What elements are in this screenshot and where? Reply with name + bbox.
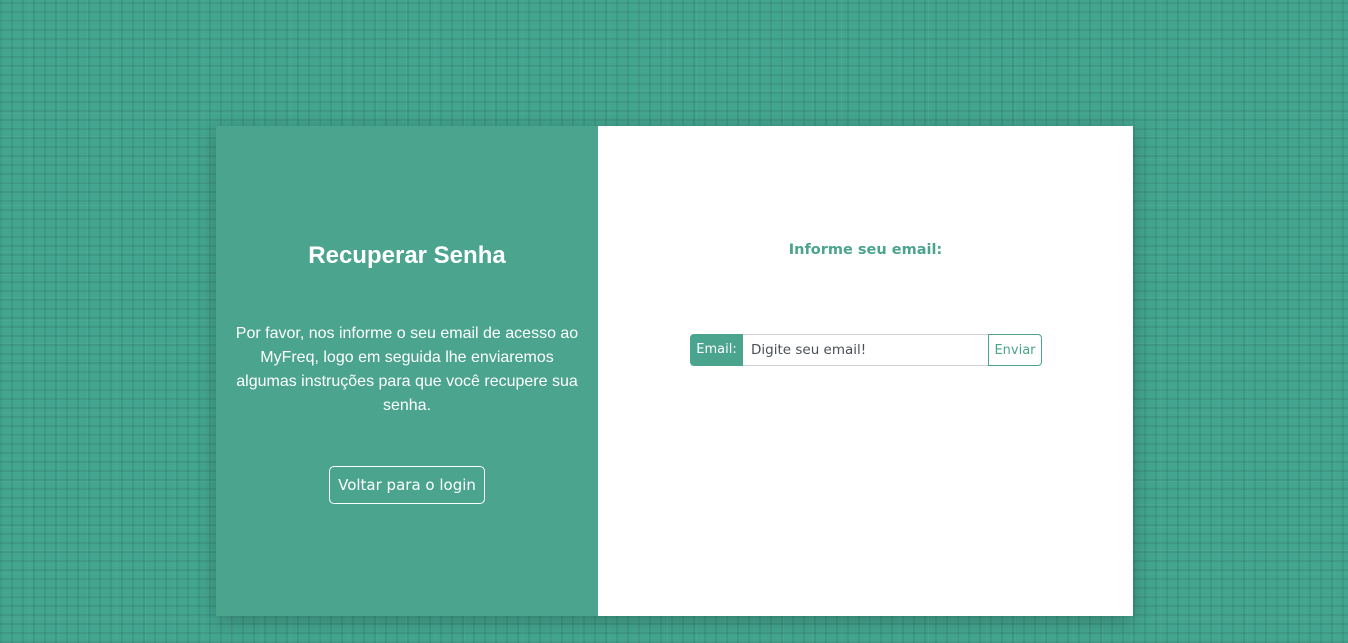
form-title: Informe seu email: — [788, 242, 943, 258]
email-field[interactable] — [743, 334, 988, 366]
instructions-text: Por favor, nos informe o seu email de ac… — [235, 325, 579, 414]
form-panel: Informe seu email: Email: Enviar — [598, 126, 1133, 616]
email-label: Email: — [690, 334, 743, 366]
info-panel: Recuperar Senha Por favor, nos informe o… — [216, 126, 598, 616]
email-input-group: Email: Enviar — [690, 334, 1042, 366]
send-button[interactable]: Enviar — [988, 334, 1042, 366]
page-title: Recuperar Senha — [308, 242, 506, 269]
recovery-card: Recuperar Senha Por favor, nos informe o… — [216, 126, 1133, 616]
back-to-login-button[interactable]: Voltar para o login — [329, 466, 485, 504]
